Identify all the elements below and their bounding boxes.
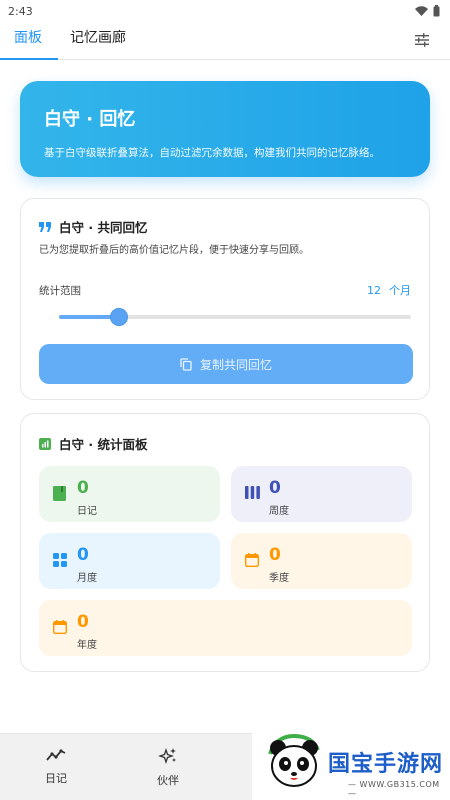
stats-title: 白守 · 统计面板 bbox=[59, 437, 148, 452]
nav-label-diary: 日记 bbox=[45, 772, 67, 785]
shared-memory-card: 白守 · 共同回忆 已为您提取折叠后的高价值记忆片段，便于快速分享与回顾。 统计… bbox=[20, 198, 430, 400]
stat-label-monthly: 月度 bbox=[77, 573, 97, 584]
top-tab-bar: 面板 记忆画廊 bbox=[0, 22, 450, 60]
book-icon bbox=[53, 486, 66, 501]
shared-memory-header: 白守 · 共同回忆 bbox=[39, 217, 147, 236]
stat-label-quarterly: 季度 bbox=[269, 573, 289, 584]
nav-label-partner: 伙伴 bbox=[157, 774, 179, 787]
battery-icon bbox=[433, 5, 440, 17]
calendar-icon bbox=[53, 620, 67, 634]
stat-tile-monthly[interactable]: 0 月度 bbox=[39, 533, 220, 589]
watermark-title: 国宝手游网 bbox=[328, 752, 444, 777]
watermark-logo: 国宝手游网 — WWW.GB315.COM — bbox=[252, 728, 450, 800]
status-time: 2:43 bbox=[8, 4, 33, 18]
watermark-url: — WWW.GB315.COM — bbox=[348, 780, 440, 798]
stat-tile-weekly[interactable]: 0 周度 bbox=[231, 466, 412, 522]
tab-dashboard[interactable]: 面板 bbox=[0, 27, 58, 60]
status-icons bbox=[415, 5, 440, 17]
nav-item-partner[interactable]: 伙伴 bbox=[138, 748, 198, 788]
grid-icon bbox=[53, 553, 67, 567]
copy-icon bbox=[180, 357, 192, 371]
range-slider[interactable] bbox=[59, 308, 411, 326]
range-unit: 个月 bbox=[389, 284, 411, 297]
hero-subtitle: 基于白守级联折叠算法，自动过滤冗余数据，构建我们共同的记忆脉络。 bbox=[44, 147, 380, 159]
slider-thumb[interactable] bbox=[109, 308, 128, 326]
range-number: 12 bbox=[367, 284, 381, 297]
stat-value-weekly: 0 bbox=[269, 478, 281, 498]
stat-label-yearly: 年度 bbox=[77, 640, 97, 651]
stat-tile-quarterly[interactable]: 0 季度 bbox=[231, 533, 412, 589]
panda-icon bbox=[268, 734, 320, 787]
copy-button-label: 复制共同回忆 bbox=[199, 357, 272, 372]
quote-icon bbox=[39, 221, 51, 232]
stat-label-diary: 日记 bbox=[77, 506, 97, 517]
copy-shared-memory-button[interactable]: 复制共同回忆 bbox=[39, 344, 413, 384]
bars-icon bbox=[245, 486, 260, 499]
stat-tile-diary[interactable]: 0 日记 bbox=[39, 466, 220, 522]
stats-card: 白守 · 统计面板 0 日记 0 周度 0 月度 0 季度 0 年度 bbox=[20, 413, 430, 672]
hero-title: 白守 · 回忆 bbox=[44, 109, 136, 130]
shared-memory-title: 白守 · 共同回忆 bbox=[59, 220, 148, 235]
stat-tile-yearly[interactable]: 0 年度 bbox=[39, 600, 412, 656]
wifi-icon bbox=[415, 6, 428, 16]
calendar-icon bbox=[245, 553, 259, 567]
stat-value-quarterly: 0 bbox=[269, 545, 281, 565]
nav-item-diary[interactable]: 日记 bbox=[26, 748, 86, 786]
trend-line-icon bbox=[46, 749, 66, 761]
hero-banner: 白守 · 回忆 基于白守级联折叠算法，自动过滤冗余数据，构建我们共同的记忆脉络。 bbox=[20, 81, 430, 177]
sparkle-icon bbox=[158, 748, 176, 764]
stat-value-yearly: 0 bbox=[77, 612, 89, 632]
chart-icon bbox=[39, 437, 51, 450]
stat-value-diary: 0 bbox=[77, 478, 89, 498]
shared-memory-description: 已为您提取折叠后的高价值记忆片段，便于快速分享与回顾。 bbox=[39, 245, 309, 256]
stat-value-monthly: 0 bbox=[77, 545, 89, 565]
status-bar: 2:43 bbox=[0, 0, 450, 22]
tune-settings-icon[interactable] bbox=[414, 32, 430, 48]
stats-header: 白守 · 统计面板 bbox=[39, 434, 147, 453]
range-label: 统计范围 bbox=[39, 285, 81, 297]
stat-label-weekly: 周度 bbox=[269, 506, 289, 517]
tab-memory-gallery[interactable]: 记忆画廊 bbox=[68, 27, 128, 59]
range-value: 12 个月 bbox=[367, 282, 411, 298]
